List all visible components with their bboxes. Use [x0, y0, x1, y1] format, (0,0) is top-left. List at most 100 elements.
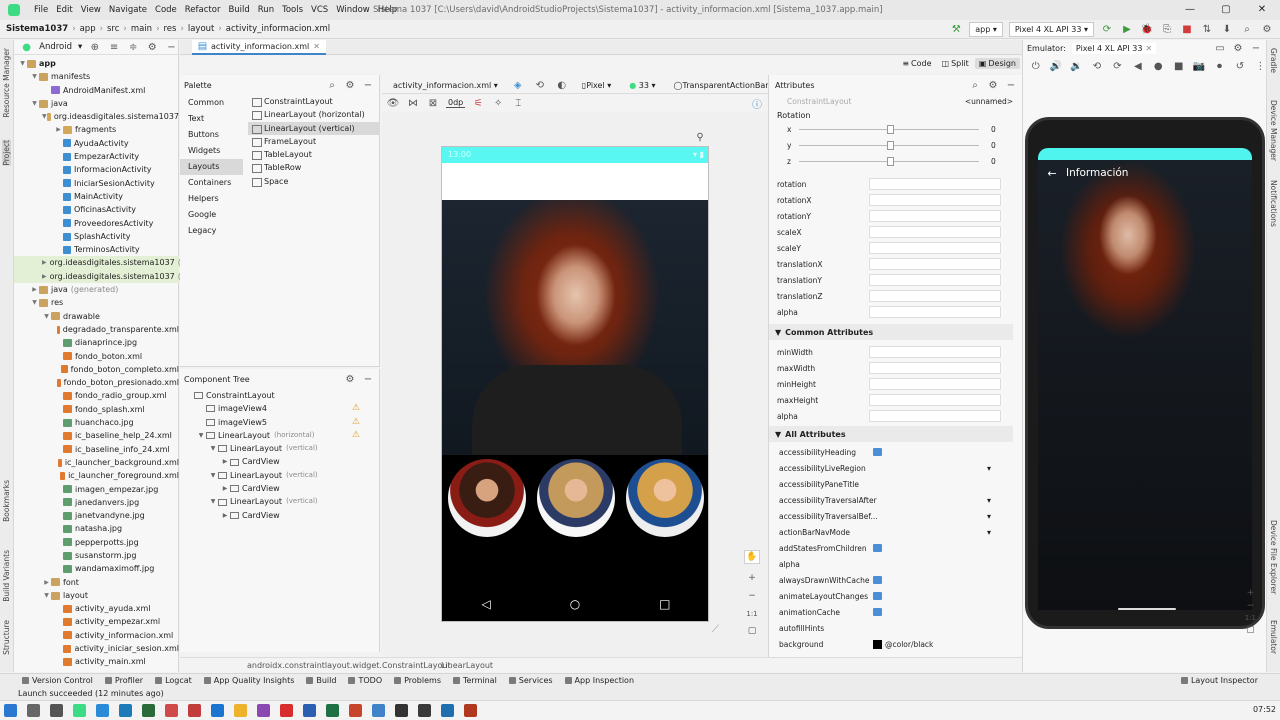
device-select[interactable]: Pixel 4 XL API 33 ▾ [1008, 22, 1094, 37]
gear-icon[interactable]: ⚙ [343, 78, 357, 92]
attribute-value-input[interactable] [869, 394, 1001, 406]
project-tree-item[interactable]: fondo_boton_presionado.xml [14, 376, 179, 389]
device-preview[interactable]: 13:00 ▾ ▮ ◁ ○ □ [441, 146, 709, 622]
run-icon[interactable]: ▶ [1120, 23, 1134, 37]
project-tree-item[interactable]: dianaprince.jpg [14, 336, 179, 349]
zoom-in-button[interactable]: + [744, 572, 760, 586]
project-tree-item[interactable]: ▼ org.ideasdigitales.sistema1037 [14, 110, 179, 123]
sync-icon[interactable]: ⇅ [1200, 23, 1214, 37]
arrow-left-icon[interactable]: ← [1038, 167, 1066, 180]
layout-inspector-tab[interactable]: Layout Inspector [1180, 676, 1258, 685]
menu-navigate[interactable]: Navigate [105, 5, 151, 15]
project-tree-item[interactable]: ▼ java [14, 97, 179, 110]
zoom-fit-button[interactable]: ▢ [744, 625, 760, 639]
app-icon-7[interactable] [395, 704, 408, 717]
project-tree-item[interactable]: fondo_boton_completo.xml [14, 363, 179, 376]
rotation-x-slider[interactable]: x0 [787, 123, 996, 137]
breadcrumb-leaf[interactable]: LinearLayout [441, 661, 493, 670]
app-icon-4[interactable] [165, 704, 178, 717]
menu-run[interactable]: Run [254, 5, 278, 15]
project-tree-item[interactable]: ▶org.ideasdigitales.sistema1037(t [14, 269, 184, 284]
tool-tab-build[interactable]: Build [306, 676, 336, 685]
expand-icon[interactable]: ≑ [127, 40, 140, 54]
reset-icon[interactable]: ↺ [1233, 59, 1246, 73]
chevron-down-icon[interactable]: ▼ [42, 589, 51, 602]
attribute-value-input[interactable] [869, 226, 1001, 238]
color-swatch[interactable] [873, 639, 882, 649]
app-icon-1[interactable] [96, 704, 109, 717]
selected-id[interactable]: <unnamed> [965, 97, 1013, 106]
structure-tab[interactable]: Structure [2, 620, 11, 655]
word-icon[interactable] [303, 704, 316, 717]
home-icon[interactable]: ● [1152, 59, 1165, 73]
palette-category-helpers[interactable]: Helpers [180, 191, 243, 207]
excel-icon[interactable] [326, 704, 339, 717]
breadcrumb-item[interactable]: src [107, 24, 119, 34]
chevron-right-icon[interactable]: ▶ [220, 482, 230, 495]
component-tree-item[interactable]: imageView4 ⚠ [180, 402, 380, 415]
project-tree-item[interactable]: IniciarSesionActivity [14, 177, 179, 190]
project-tree-item[interactable]: EmpezarActivity [14, 150, 179, 163]
project-tree-item[interactable]: AyudaActivity [14, 137, 179, 150]
volume-up-icon[interactable]: 🔊 [1049, 59, 1062, 73]
chevron-right-icon[interactable]: ▶ [54, 123, 63, 136]
app-icon-2[interactable] [119, 704, 132, 717]
tool-tab-todo[interactable]: TODO [348, 676, 382, 685]
debug-icon[interactable]: 🐞 [1140, 23, 1154, 37]
project-tree-item[interactable]: ProveedoresActivity [14, 217, 179, 230]
app-icon-9[interactable] [464, 704, 477, 717]
palette-item[interactable]: LinearLayout (vertical) [248, 121, 380, 135]
project-tree-item[interactable]: ▶ font [14, 576, 179, 589]
flag-toggle-icon[interactable] [873, 608, 882, 616]
project-tree-item[interactable]: SplashActivity [14, 230, 179, 243]
android-studio-icon[interactable] [73, 704, 86, 717]
minimize-icon[interactable]: − [1004, 78, 1018, 92]
project-tree-item[interactable]: TerminosActivity [14, 243, 179, 256]
close-icon[interactable]: ✕ [313, 42, 320, 51]
component-tree-item[interactable]: imageView5 ⚠ [180, 416, 380, 429]
project-tree-item[interactable]: MainActivity [14, 190, 179, 203]
palette-category-containers[interactable]: Containers [180, 175, 243, 191]
design-surface-icon[interactable]: ◈ [511, 79, 525, 93]
phone-screen-image[interactable] [1038, 160, 1252, 610]
power-icon[interactable]: ⏻ [1029, 59, 1042, 73]
rerun-icon[interactable]: ⟳ [1100, 23, 1114, 37]
project-tree-item[interactable]: fondo_boton.xml [14, 350, 179, 363]
chevron-down-icon[interactable]: ▼ [30, 97, 39, 110]
menu-vcs[interactable]: VCS [307, 5, 332, 15]
attribute-value-input[interactable] [869, 306, 1001, 318]
clear-constraints-icon[interactable]: ⊠ [426, 96, 440, 110]
wand-icon[interactable]: ✧ [491, 96, 505, 110]
project-tree-item[interactable]: ▼ layout [14, 589, 179, 602]
project-tree-item[interactable]: pepperpotts.jpg [14, 536, 179, 549]
emulator-tab[interactable]: Emulator [1269, 620, 1278, 654]
header-image[interactable] [442, 200, 708, 455]
component-tree-item[interactable]: ▶ CardView [180, 482, 380, 495]
palette-category-text[interactable]: Text [180, 111, 243, 127]
palette-item[interactable]: TableRow [248, 161, 380, 174]
project-tree-item[interactable]: ▼ app [14, 57, 179, 70]
attach-icon[interactable]: ⎘ [1160, 23, 1174, 37]
hammer-icon[interactable]: ⚒ [949, 23, 963, 37]
flag-toggle-icon[interactable] [873, 544, 882, 552]
attribute-value-input[interactable] [869, 178, 1001, 190]
project-tree-item[interactable]: janetvandyne.jpg [14, 509, 179, 522]
theme-select[interactable]: ◯ TransparentActionBar ▾ [669, 78, 781, 93]
infer-constraints-icon[interactable]: ⚟ [471, 96, 485, 110]
breadcrumb-item[interactable]: activity_informacion.xml [226, 24, 330, 34]
collapse-icon[interactable]: ≡ [107, 40, 120, 54]
overview-icon[interactable]: ■ [1172, 59, 1185, 73]
project-tree-item[interactable]: natasha.jpg [14, 522, 179, 535]
palette-category-buttons[interactable]: Buttons [180, 127, 243, 143]
flag-toggle-icon[interactable] [873, 576, 882, 584]
project-tree-item[interactable]: activity_main.xml [14, 655, 179, 668]
breadcrumb-item[interactable]: res [163, 24, 176, 34]
design-mode-button[interactable]: ▣ Design [974, 58, 1020, 69]
emulator-phone[interactable]: ← Información [1025, 117, 1265, 629]
project-tab[interactable]: Project [2, 140, 11, 166]
component-tree-item[interactable]: ▼ LinearLayout (vertical) [180, 495, 380, 508]
tool-tab-logcat[interactable]: Logcat [155, 676, 192, 685]
design-canvas[interactable]: ⚲ 13:00 ▾ ▮ ◁ ○ □ ✋ + − 1:1 ▢ ⟋ [382, 112, 768, 657]
project-tree-item[interactable]: ▶ fragments [14, 123, 179, 136]
palette-item[interactable]: LinearLayout (horizontal) [248, 108, 380, 121]
